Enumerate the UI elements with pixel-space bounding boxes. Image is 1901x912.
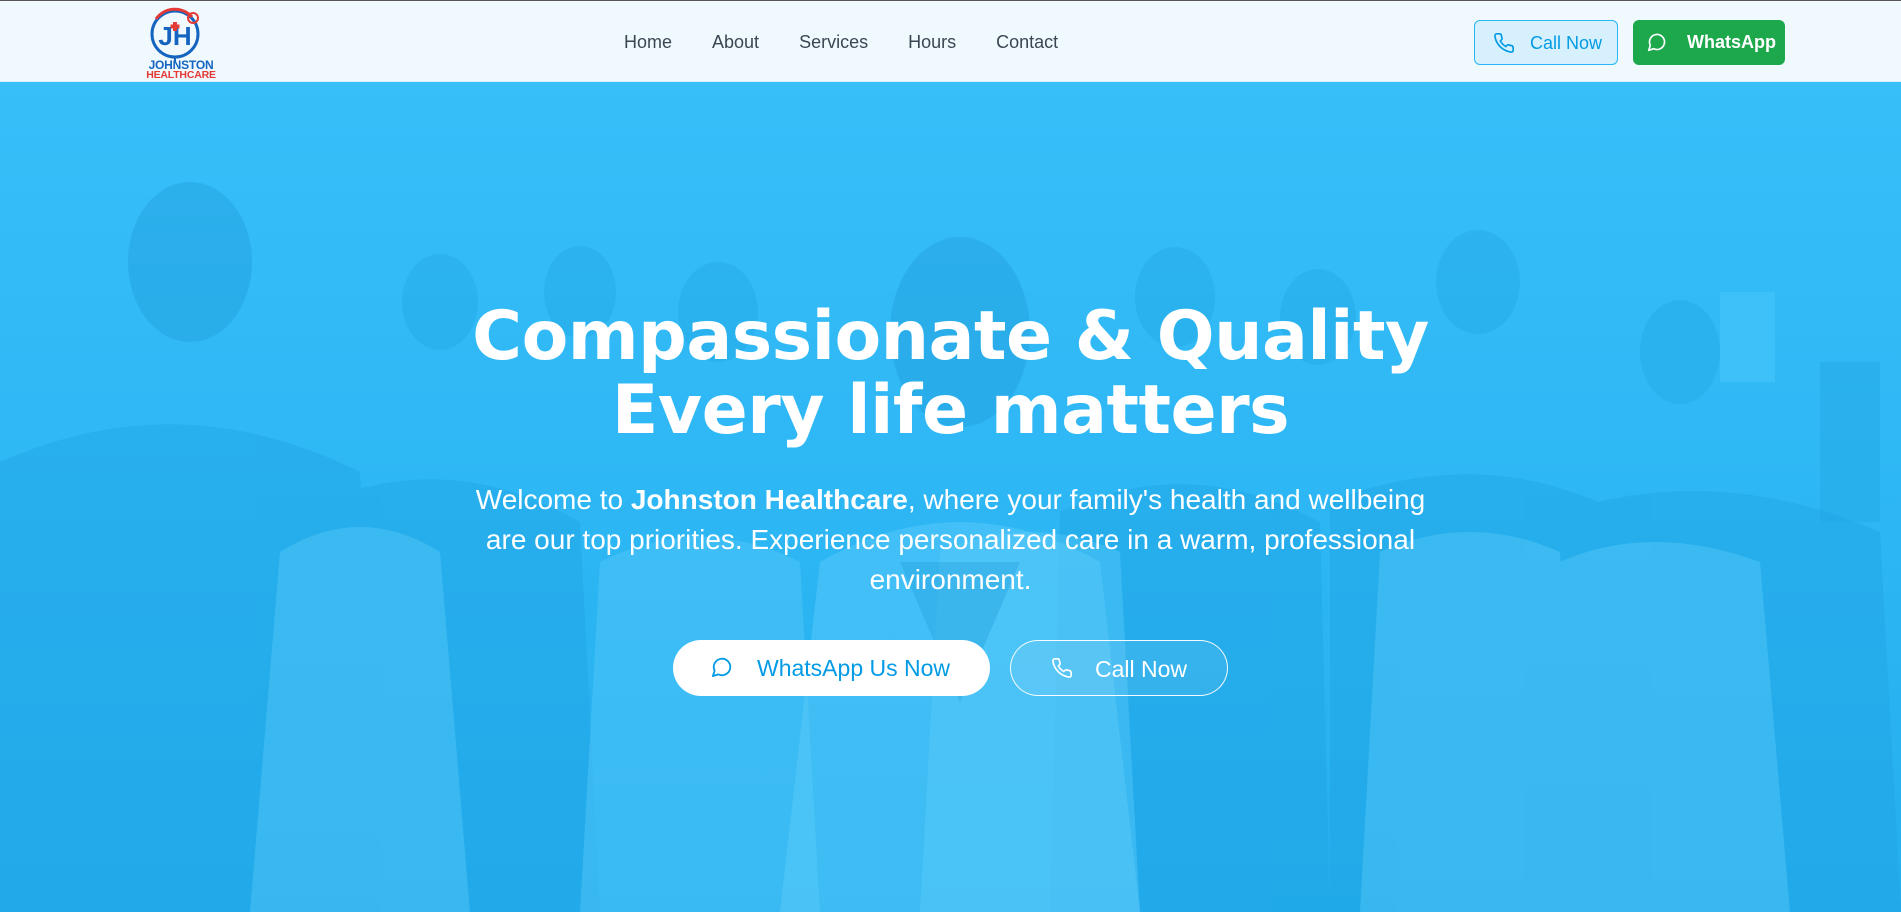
main-nav: Home About Services Hours Contact — [624, 1, 1058, 83]
nav-home[interactable]: Home — [624, 32, 672, 53]
hero-title: Compassionate & Quality Every life matte… — [0, 300, 1901, 448]
header-call-button[interactable]: Call Now — [1474, 20, 1618, 65]
phone-icon — [1493, 32, 1515, 59]
nav-about[interactable]: About — [712, 32, 759, 53]
logo-emblem-icon: JH — [150, 7, 200, 61]
brand-name-line2: HEALTHCARE — [146, 69, 216, 81]
hero-call-label: Call Now — [1095, 656, 1188, 682]
chat-bubble-icon — [1647, 32, 1667, 57]
hero-whatsapp-button[interactable]: WhatsApp Us Now — [673, 640, 990, 696]
hero-subtitle-intro: Welcome to — [475, 484, 631, 515]
hero-title-line1: Compassionate & Quality — [472, 297, 1429, 376]
hero-section: Compassionate & Quality Every life matte… — [0, 82, 1901, 912]
chat-bubble-icon — [711, 656, 733, 684]
hero-subtitle-brand: Johnston Healthcare — [630, 484, 908, 515]
hero-title-line2: Every life matters — [611, 371, 1290, 450]
phone-icon — [1051, 657, 1073, 685]
header-call-label: Call Now — [1530, 33, 1603, 53]
brand-logo[interactable]: JH JOHNSTON HEALTHCARE — [138, 5, 224, 81]
nav-hours[interactable]: Hours — [908, 32, 956, 53]
hero-call-button[interactable]: Call Now — [1010, 640, 1228, 696]
hero-whatsapp-label: WhatsApp Us Now — [757, 655, 951, 681]
hero-subtitle: Welcome to Johnston Healthcare, where yo… — [455, 480, 1446, 600]
nav-contact[interactable]: Contact — [996, 32, 1058, 53]
site-header: JH JOHNSTON HEALTHCARE Home About Servic… — [0, 0, 1901, 82]
header-whatsapp-label: WhatsApp — [1687, 32, 1776, 52]
header-whatsapp-button[interactable]: WhatsApp — [1633, 20, 1785, 65]
nav-services[interactable]: Services — [799, 32, 868, 53]
